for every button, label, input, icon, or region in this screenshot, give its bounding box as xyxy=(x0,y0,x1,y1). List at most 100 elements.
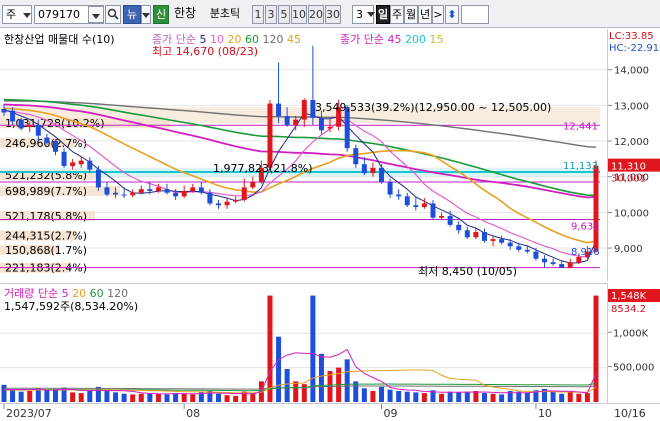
ma-prefix: 종가 단순 xyxy=(152,33,200,46)
candle-body xyxy=(198,187,204,193)
hc-label: HC:-22.91 xyxy=(609,43,659,54)
candle-body xyxy=(164,189,170,193)
credit-button[interactable]: 신 xyxy=(153,5,169,24)
ma-legend-45: 45 xyxy=(286,33,301,46)
candle-body xyxy=(387,182,393,195)
volume-bar xyxy=(224,395,230,402)
volume-bar xyxy=(130,394,136,402)
interval-button-10[interactable]: 10 xyxy=(291,5,307,24)
credit-button-label: 신 xyxy=(155,8,167,21)
period-year-button[interactable]: 년 xyxy=(418,5,432,24)
price-chart-panel[interactable]: 1,031,728(10.2%) 246,960(2.7%) 521,232(5.8… xyxy=(0,29,607,281)
next-button-label: > xyxy=(433,8,443,21)
volume-bar xyxy=(567,392,573,402)
interval-button-5[interactable]: 5 xyxy=(278,5,290,24)
volume-chart-panel[interactable]: 거래량 단순 5 20 60 120 1,547,592주(8,534.20%) xyxy=(0,283,607,403)
candle-body xyxy=(61,151,67,166)
label-8916: 8,916 xyxy=(571,247,600,258)
period-month-button[interactable]: 월 xyxy=(404,5,418,24)
price-axis: 14,000 13,000 12,000 11,000 10,000 9,000 LC:33… xyxy=(607,29,660,281)
price-tick-label: 14,000 xyxy=(614,66,649,77)
candle-body xyxy=(293,119,299,125)
candle-body xyxy=(35,124,41,136)
volume-bar xyxy=(155,393,161,402)
unit-select-value: 3 xyxy=(356,8,363,21)
candle-body xyxy=(421,203,427,208)
period-day-button[interactable]: 일 xyxy=(376,5,390,24)
chevron-down-icon xyxy=(22,12,31,18)
candle-body xyxy=(507,242,513,247)
volume-bar xyxy=(233,395,239,402)
code-dropdown-button[interactable] xyxy=(88,6,104,23)
candle-body xyxy=(130,192,136,196)
volume-bar xyxy=(104,389,110,402)
volume-bar xyxy=(379,386,385,402)
candle-body xyxy=(542,258,548,263)
ma-legend-20: 20 xyxy=(227,33,245,46)
market-select[interactable]: 주 xyxy=(2,5,32,24)
volume-bar xyxy=(87,391,93,402)
price-chart: 1,031,728(10.2%)246,960(2.7%)521,232(5.8… xyxy=(0,45,607,278)
interval-button-1[interactable]: 1 xyxy=(252,5,264,24)
count-input[interactable] xyxy=(461,5,489,24)
chart-toolbar: 주 079170 뉴 신 한창 분초틱 1 3 5 10 20 30 3 일 주… xyxy=(0,0,660,28)
stock-name-label: 한창 xyxy=(173,6,197,20)
volume-bar xyxy=(361,388,367,402)
candle-body xyxy=(44,137,50,143)
candle-body xyxy=(379,167,385,183)
tick-mode-button[interactable]: 분초틱 xyxy=(200,5,250,24)
candle-body xyxy=(224,201,230,206)
interval-button-20[interactable]: 20 xyxy=(308,5,324,24)
updown-button[interactable]: ⬍ xyxy=(445,5,459,24)
legend-title: 한창산업 매물대 수(10) xyxy=(4,33,115,46)
ma-legend-120: 120 xyxy=(262,33,287,46)
candle-body xyxy=(190,187,196,191)
volume-bar xyxy=(584,393,590,402)
volume-last-value: 1,547,592주(8,534.20%) xyxy=(4,300,139,313)
volume-bar xyxy=(164,394,170,402)
candle-body xyxy=(173,192,179,197)
candle-body xyxy=(413,205,419,208)
search-button[interactable] xyxy=(105,5,121,24)
period-week-button[interactable]: 주 xyxy=(390,5,404,24)
volume-profile-label: 521,178(5.8%) xyxy=(5,210,87,223)
unit-dropdown[interactable] xyxy=(366,5,376,24)
candle-body xyxy=(70,162,76,166)
volume-bar xyxy=(44,390,50,402)
news-dropdown-button[interactable] xyxy=(141,5,151,24)
date-tick-label: 09 xyxy=(384,407,398,420)
market-select-value: 주 xyxy=(6,8,17,21)
volume-bar xyxy=(524,392,530,402)
volume-bar xyxy=(387,389,393,402)
volume-bar xyxy=(267,295,273,402)
candle-body xyxy=(524,249,530,252)
volume-bar xyxy=(490,393,496,402)
date-current-label: 10/16 xyxy=(614,407,646,420)
volume-bar xyxy=(499,394,505,402)
resistance-annotation: 3,549,533(39.2%)(12,950.00 ~ 12,505.00) xyxy=(315,101,551,114)
volume-bar xyxy=(481,393,487,402)
interval-button-3[interactable]: 3 xyxy=(265,5,277,24)
candle-body xyxy=(10,110,16,122)
volume-tick-label: 1,000K xyxy=(613,328,649,339)
volume-bar xyxy=(396,391,402,402)
candle-body xyxy=(104,187,110,195)
current-volume-sub: 8534.2 xyxy=(611,304,646,315)
volume-bar xyxy=(27,391,33,402)
volume-bar xyxy=(421,393,427,402)
candle-body xyxy=(456,224,462,231)
volume-axis: 1,000K 500,000 1,548K 8534.2 xyxy=(607,283,660,403)
news-button[interactable]: 뉴 xyxy=(123,5,141,24)
volume-bar xyxy=(413,392,419,402)
volume-bar xyxy=(447,391,453,402)
candle-body xyxy=(447,215,453,225)
interval-button-30[interactable]: 30 xyxy=(325,5,341,24)
volume-bar xyxy=(113,392,119,402)
next-button[interactable]: > xyxy=(432,5,444,24)
candle-body xyxy=(499,239,505,243)
price-tick-label: 9,000 xyxy=(614,244,643,255)
lc-label: LC:33.85 xyxy=(609,31,654,42)
period-day-label: 일 xyxy=(377,8,389,21)
candle-body xyxy=(396,194,402,197)
candle-body xyxy=(87,160,93,170)
